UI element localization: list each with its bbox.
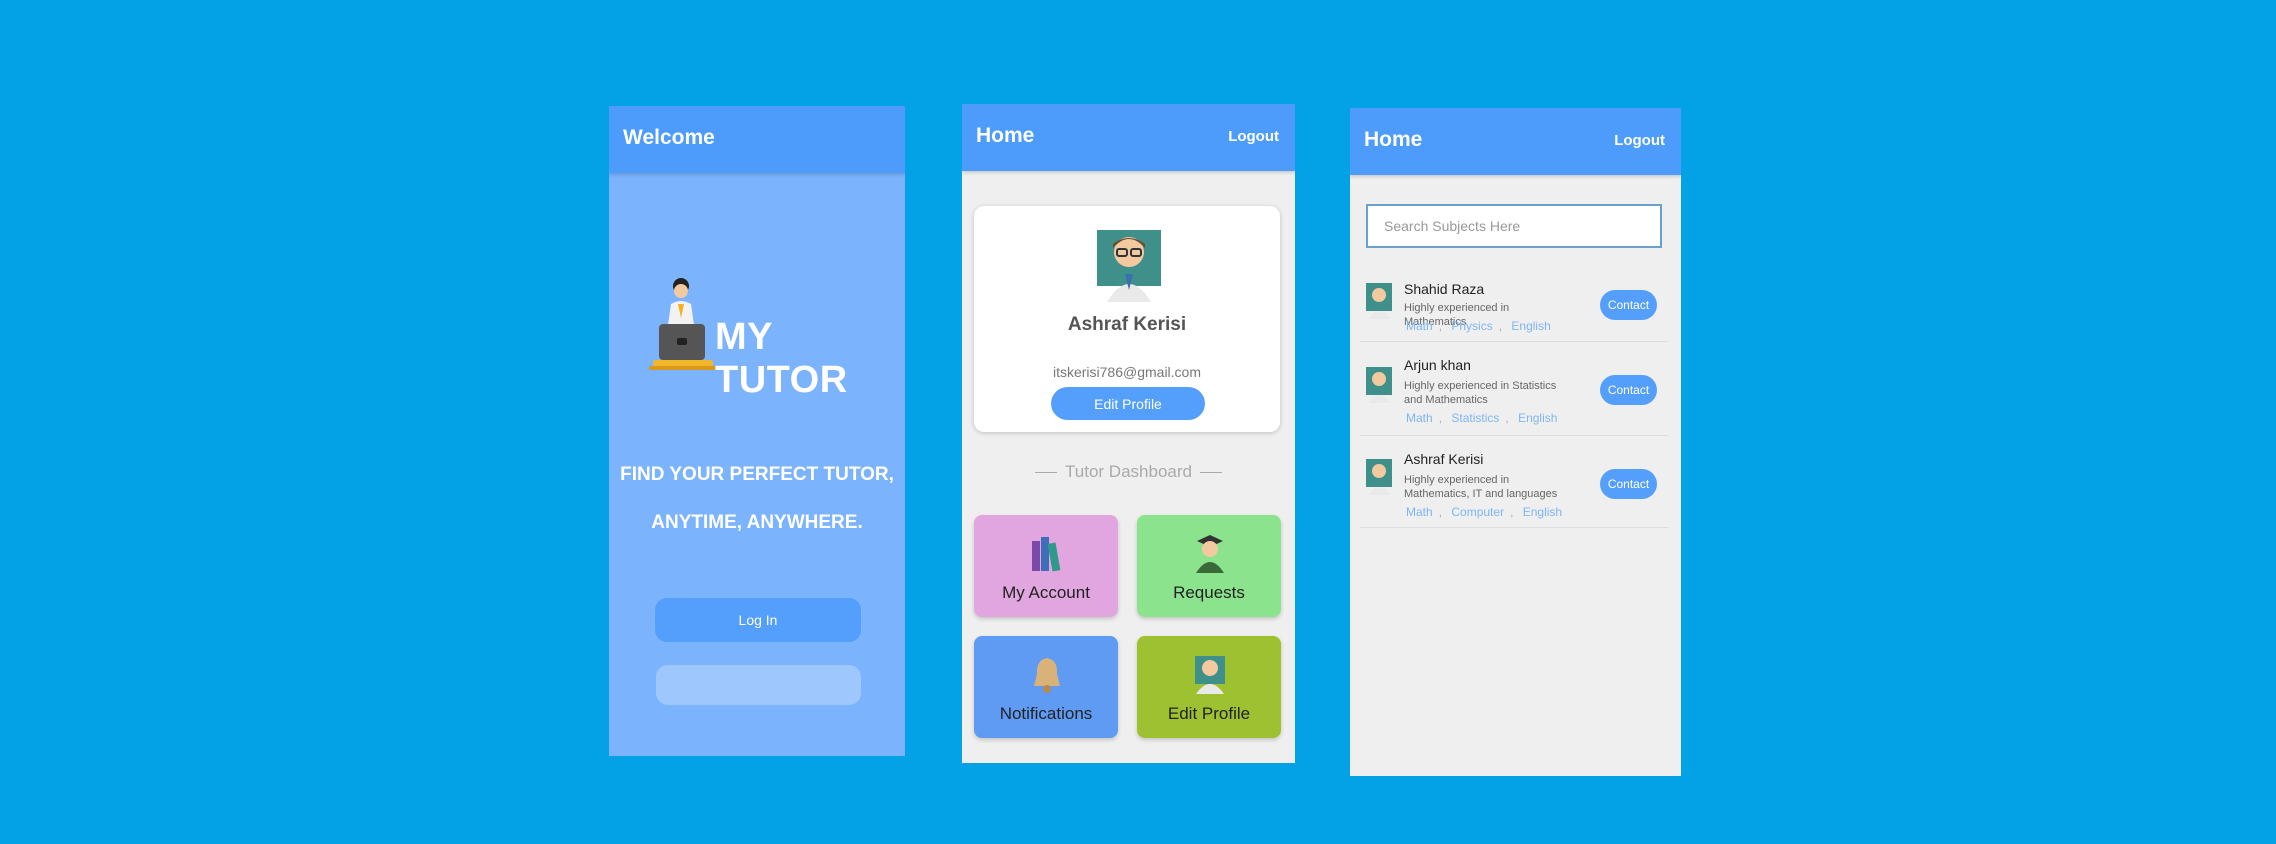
logout-button[interactable]: Logout [1614, 132, 1665, 149]
separator: , [1438, 505, 1443, 519]
dashboard-title: Tutor Dashboard [1065, 462, 1192, 481]
tile-requests[interactable]: Requests [1137, 515, 1281, 617]
subject-tag[interactable]: English [1511, 319, 1550, 333]
separator: , [1505, 411, 1509, 425]
contact-button[interactable]: Contact [1600, 469, 1657, 499]
separator: , [1438, 411, 1443, 425]
appbar-title: Welcome [623, 126, 715, 149]
books-icon [1032, 537, 1061, 572]
subject-tag[interactable]: Computer [1451, 505, 1504, 519]
tutor-description: Highly experienced in Mathematics, IT an… [1404, 474, 1558, 500]
subject-tag[interactable]: Math [1406, 411, 1433, 425]
tutor-subjects: Math, Computer, English [1406, 505, 1568, 519]
tile-my-account[interactable]: My Account [974, 515, 1118, 617]
avatar [1366, 367, 1392, 403]
subject-tag[interactable]: Statistics [1451, 411, 1499, 425]
profile-email: itskerisi786@gmail.com [1052, 364, 1202, 380]
home-screen: Home Logout Ashraf Kerisi itskerisi786@g… [962, 104, 1295, 763]
bell-icon [1034, 658, 1060, 693]
tutor-row: Arjun khan Highly experienced in Statist… [1360, 341, 1668, 436]
divider [1035, 472, 1058, 474]
secondary-button[interactable] [656, 665, 861, 705]
teacher-icon [1195, 656, 1225, 694]
avatar [1366, 283, 1392, 319]
appbar-title: Home [1364, 128, 1423, 151]
tutor-row: Ashraf Kerisi Highly experienced in Math… [1360, 435, 1668, 528]
tutor-subjects: Math, Statistics, English [1406, 411, 1563, 425]
tutor-name: Ashraf Kerisi [1404, 451, 1484, 467]
logout-button[interactable]: Logout [1228, 128, 1279, 145]
tile-label: My Account [1002, 583, 1090, 602]
tile-label: Edit Profile [1167, 704, 1251, 723]
tutor-name: Shahid Raza [1404, 281, 1485, 297]
edit-profile-button[interactable]: Edit Profile [1051, 387, 1205, 420]
avatar [1366, 459, 1392, 495]
subject-tag[interactable]: Physics [1451, 319, 1492, 333]
appbar-title: Home [976, 124, 1035, 147]
brand-title: MY TUTOR [715, 316, 848, 401]
separator: , [1510, 505, 1514, 519]
tagline-line-2: ANYTIME, ANYWHERE. [651, 512, 863, 533]
avatar [1097, 230, 1161, 302]
profile-name: Ashraf Kerisi [1067, 314, 1187, 335]
login-button[interactable]: Log In [655, 598, 861, 642]
profile-card: Ashraf Kerisi itskerisi786@gmail.com Edi… [974, 206, 1280, 432]
divider [1199, 472, 1222, 474]
tutor-subjects: Math, Physics, English [1406, 319, 1557, 333]
tutor-row: Shahid Raza Highly experienced in Mathem… [1360, 263, 1668, 342]
app-bar: Home Logout [1350, 108, 1681, 175]
subject-tag[interactable]: Math [1406, 505, 1433, 519]
dashboard-heading: Tutor Dashboard [962, 462, 1295, 482]
app-bar: Welcome [609, 106, 905, 173]
subject-tag[interactable]: English [1523, 505, 1562, 519]
search-input[interactable] [1366, 204, 1662, 248]
graduate-icon [1196, 535, 1224, 573]
contact-button[interactable]: Contact [1600, 290, 1657, 320]
tile-notifications[interactable]: Notifications [974, 636, 1118, 738]
tutor-search-screen: Home Logout Shahid Raza Highly experienc… [1350, 108, 1681, 776]
welcome-screen: Welcome MY TUTOR FIND YOUR PERFECT TUTOR… [609, 106, 905, 756]
tutor-name: Arjun khan [1404, 357, 1471, 373]
separator: , [1438, 319, 1443, 333]
subject-tag[interactable]: Math [1406, 319, 1433, 333]
subject-tag[interactable]: English [1518, 411, 1557, 425]
tile-label: Requests [1173, 583, 1245, 602]
contact-button[interactable]: Contact [1600, 375, 1657, 405]
separator: , [1498, 319, 1503, 333]
app-bar: Home Logout [962, 104, 1295, 171]
tile-edit-profile[interactable]: Edit Profile [1137, 636, 1281, 738]
tile-label: Notifications [999, 704, 1093, 723]
tutor-description: Highly experienced in Statistics and Mat… [1404, 380, 1557, 406]
tagline-line-1: FIND YOUR PERFECT TUTOR, [620, 464, 894, 485]
